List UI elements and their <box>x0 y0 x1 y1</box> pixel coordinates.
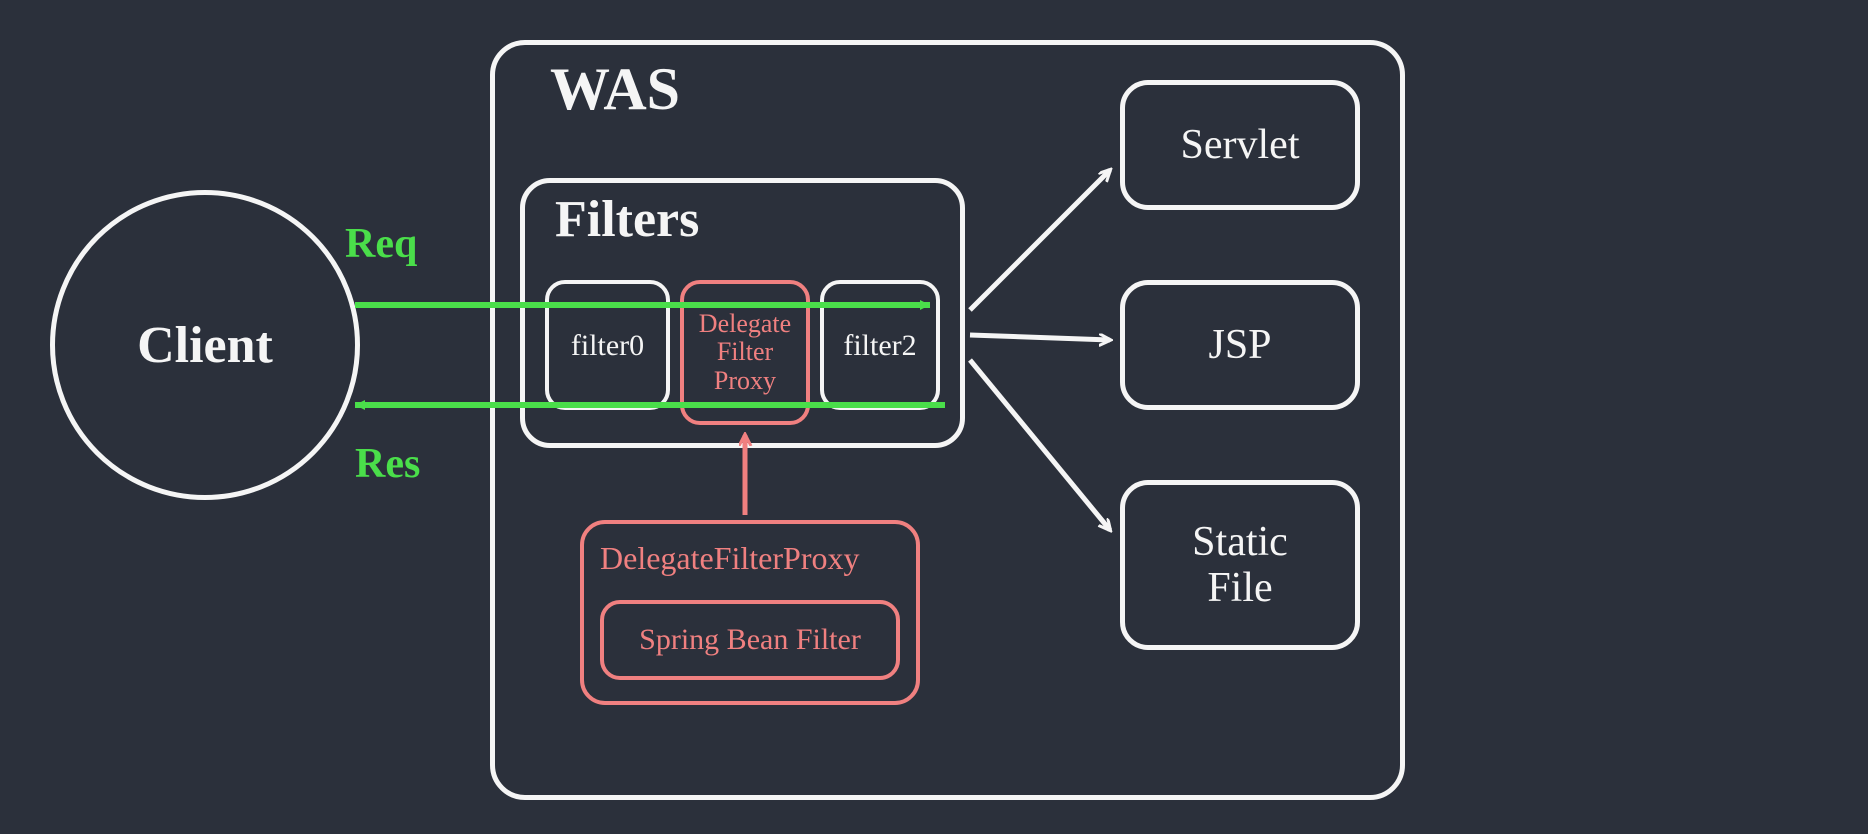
client-label: Client <box>137 316 273 375</box>
filter1-label: Delegate Filter Proxy <box>699 310 791 396</box>
filter2-box: filter2 <box>820 280 940 410</box>
dfp-inner-box: Spring Bean Filter <box>600 600 900 680</box>
res-label: Res <box>355 440 420 488</box>
servlet-label: Servlet <box>1181 122 1300 168</box>
client-node: Client <box>50 190 360 500</box>
was-label: WAS <box>550 55 680 124</box>
filter0-label: filter0 <box>571 329 644 362</box>
dfp-title: DelegateFilterProxy <box>600 540 859 577</box>
jsp-label: JSP <box>1208 322 1271 368</box>
req-label: Req <box>345 220 417 268</box>
jsp-box: JSP <box>1120 280 1360 410</box>
staticfile-box: Static File <box>1120 480 1360 650</box>
filters-label: Filters <box>555 190 699 249</box>
staticfile-label: Static File <box>1192 519 1288 611</box>
servlet-box: Servlet <box>1120 80 1360 210</box>
delegate-filter-proxy-box: Delegate Filter Proxy <box>680 280 810 425</box>
filter0-box: filter0 <box>545 280 670 410</box>
dfp-inner-label: Spring Bean Filter <box>639 623 861 657</box>
filter2-label: filter2 <box>843 329 916 362</box>
